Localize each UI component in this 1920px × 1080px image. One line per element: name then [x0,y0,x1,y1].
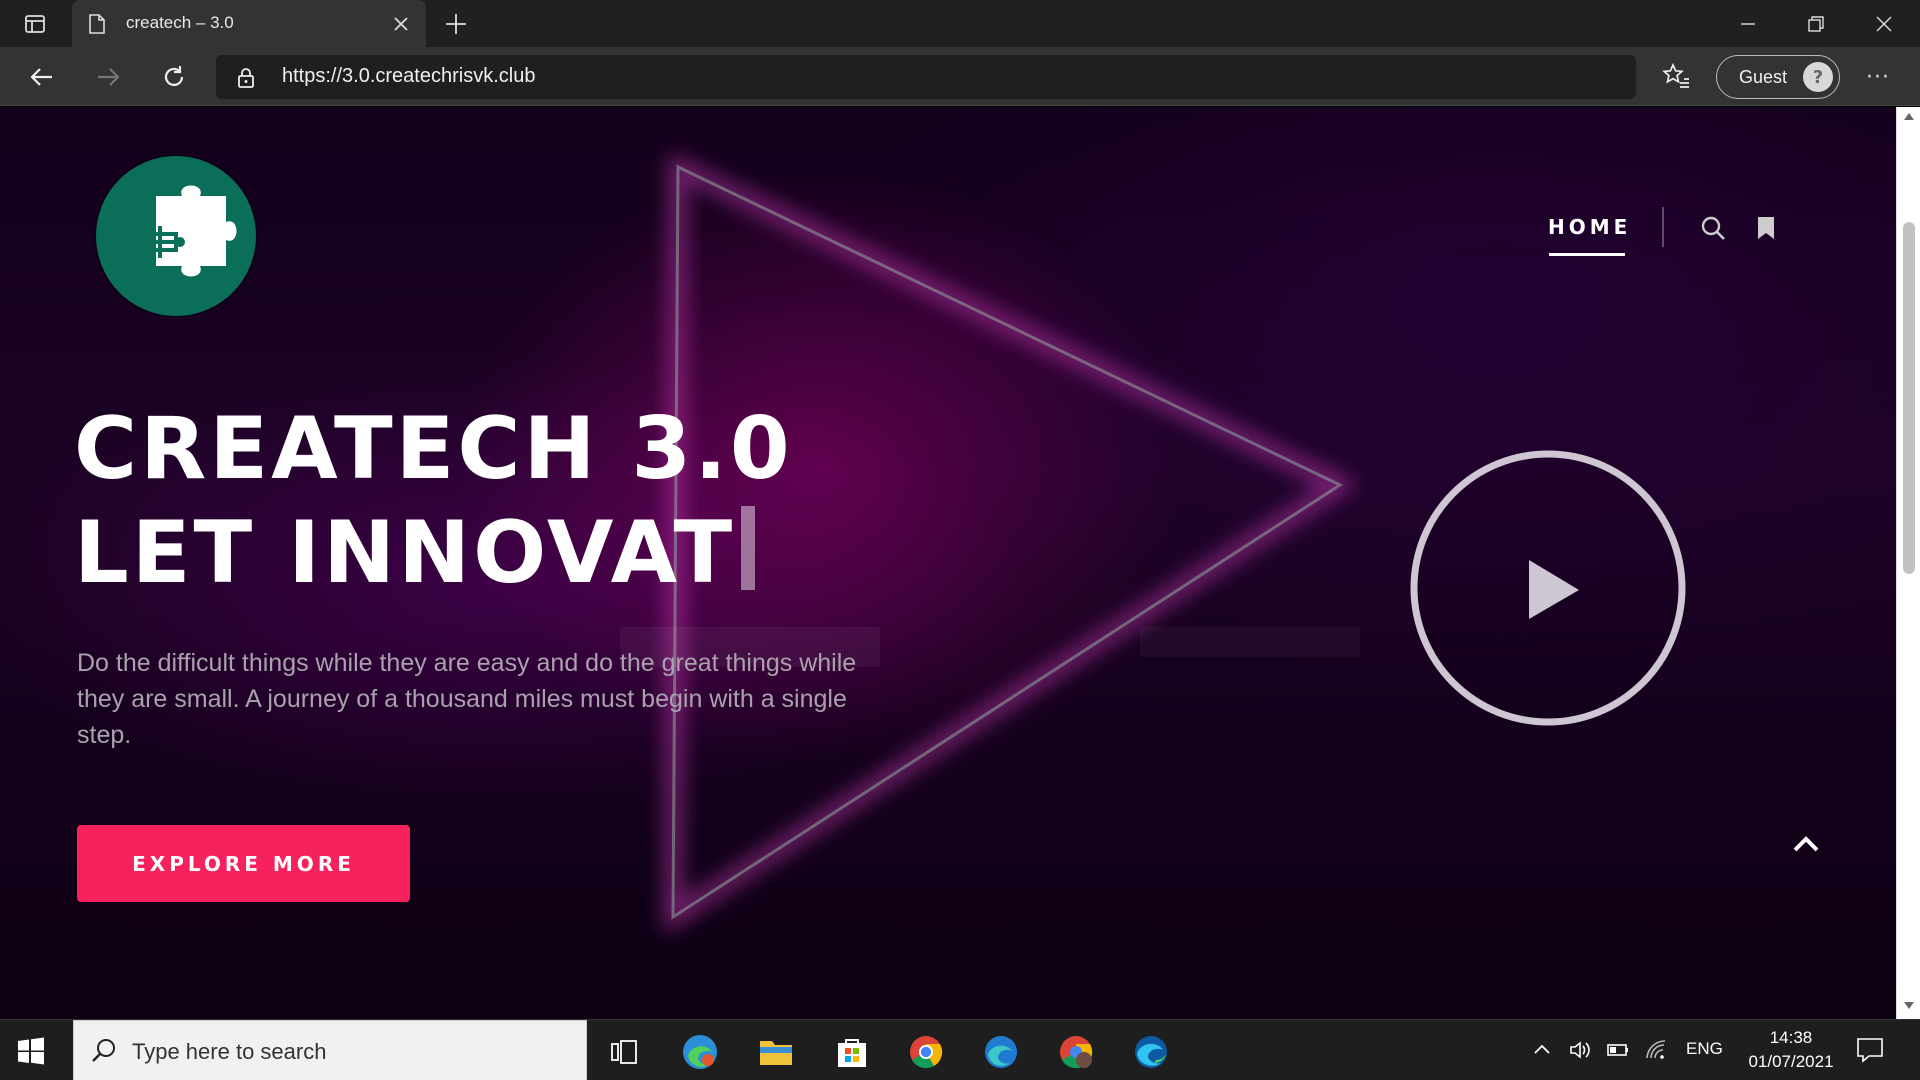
clock-date: 01/07/2021 [1748,1052,1834,1071]
back-icon[interactable] [26,61,58,93]
restore-icon[interactable] [1800,8,1832,40]
close-window-icon[interactable] [1868,8,1900,40]
tab-title: createch – 3.0 [126,13,234,32]
headline-line-1: CREATECH 3.0 [74,399,793,499]
active-tab[interactable]: createch – 3.0 [72,0,426,47]
chevron-up-icon[interactable] [1530,1038,1554,1062]
hero-intro-text: Do the difficult things while they are e… [77,649,857,749]
scroll-to-top-icon[interactable] [1792,831,1820,855]
edge-dev-icon[interactable] [678,1030,722,1074]
clock-time: 14:38 [1769,1028,1813,1047]
refresh-icon[interactable] [158,61,190,93]
taskbar-search-placeholder: Type here to search [132,1039,327,1064]
close-tab-icon[interactable] [390,13,412,35]
taskbar-search-box[interactable]: Type here to search [73,1020,587,1080]
volume-icon[interactable] [1568,1038,1592,1062]
avatar-icon: ? [1803,62,1833,92]
file-explorer-icon[interactable] [754,1030,798,1074]
play-video-icon[interactable] [1410,450,1686,726]
explore-more-button[interactable]: EXPLORE MORE [77,825,410,902]
lock-icon[interactable] [236,67,256,89]
edge-icon[interactable] [1129,1030,1173,1074]
url-text: https://3.0.createchrisvk.club [282,65,536,87]
scrollbar-thumb[interactable] [1903,222,1915,574]
page-icon [89,14,105,34]
typing-cursor [741,506,756,590]
headline-line-2: LET INNOVAT [74,503,736,603]
new-tab-icon[interactable] [443,11,469,37]
windows-taskbar: Type here to search ENG 14:38 01/07/2021 [0,1019,1920,1080]
edge-beta-icon[interactable] [979,1030,1023,1074]
wifi-icon[interactable] [1644,1038,1668,1062]
nav-home-link[interactable]: HOME [1548,215,1631,239]
forward-icon[interactable] [92,61,124,93]
scroll-up-arrow-icon[interactable] [1903,111,1915,123]
more-options-icon[interactable]: ··· [1862,61,1894,93]
web-page: HOME CREATECH 3.0 LET INNOVAT Do the dif… [0,107,1896,1019]
page-scrollbar[interactable] [1896,107,1920,1019]
browser-tab-bar: createch – 3.0 [0,0,1920,47]
chrome-icon[interactable] [904,1030,948,1074]
search-icon[interactable] [1700,215,1726,241]
puzzle-logo-icon [136,185,237,277]
battery-icon[interactable] [1606,1038,1630,1062]
clock[interactable]: 14:38 01/07/2021 [1736,1026,1846,1074]
language-indicator[interactable]: ENG [1686,1039,1723,1059]
favorites-icon[interactable] [1660,61,1692,93]
bookmark-icon[interactable] [1755,215,1777,241]
browser-toolbar: https://3.0.createchrisvk.club Guest ? ·… [0,47,1920,106]
scroll-down-arrow-icon[interactable] [1903,999,1915,1011]
microsoft-store-icon[interactable] [830,1030,874,1074]
task-view-icon[interactable] [602,1030,646,1074]
windows-start-icon[interactable] [16,1036,46,1066]
active-nav-indicator [1549,253,1625,256]
profile-label: Guest [1739,67,1788,87]
site-logo[interactable] [96,156,256,316]
profile-button[interactable]: Guest ? [1716,55,1840,99]
hero-headline: CREATECH 3.0 LET INNOVAT [74,397,974,605]
tab-actions-icon[interactable] [14,10,56,38]
notifications-icon[interactable] [1855,1036,1885,1064]
nav-divider [1662,207,1664,247]
address-bar[interactable]: https://3.0.createchrisvk.club [216,55,1636,99]
chrome-profile-icon[interactable] [1054,1030,1098,1074]
minimize-icon[interactable] [1732,8,1764,40]
search-icon [92,1039,115,1062]
